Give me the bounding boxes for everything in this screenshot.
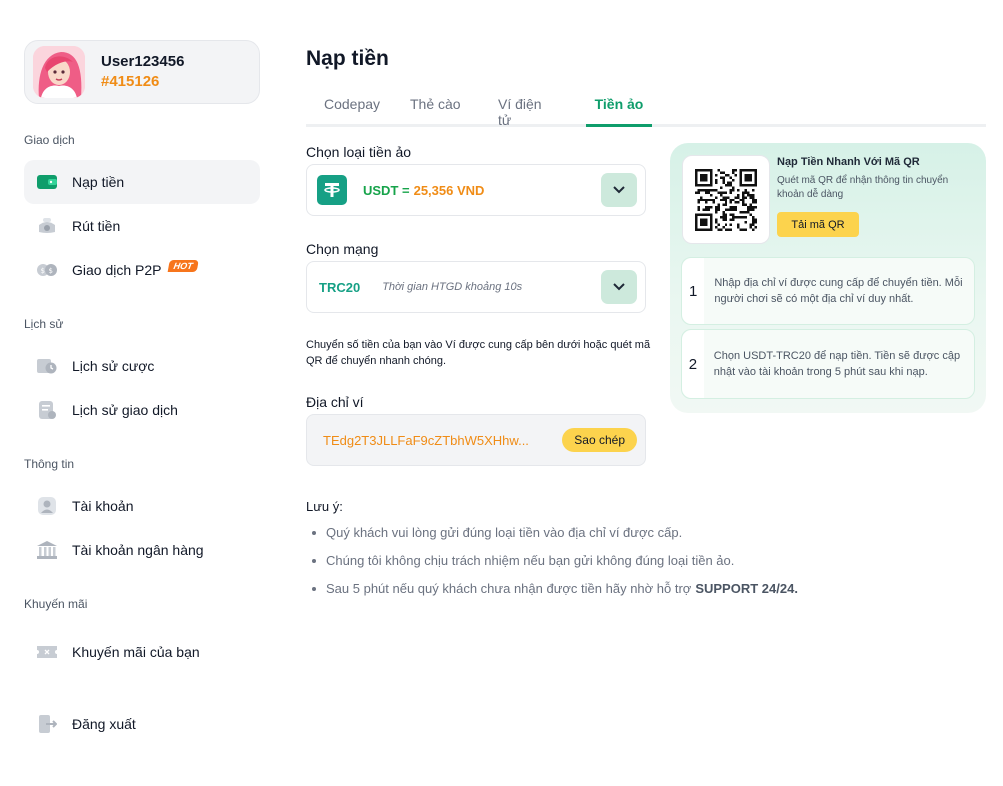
user-icon xyxy=(36,495,58,517)
sidebar: User123456 #415126 Giao dịch Nạp tiền Rú… xyxy=(24,40,260,733)
sidebar-item-label: Tài khoản xyxy=(72,498,134,514)
sidebar-item-label: Khuyến mãi của bạn xyxy=(72,644,200,660)
tab-bar: Codepay Thẻ cào Ví điện tử Tiền ảo xyxy=(306,84,986,128)
ticket-icon xyxy=(36,641,58,663)
section-title-transactions: Giao dịch xyxy=(24,133,75,147)
notes-title: Lưu ý: xyxy=(306,499,343,514)
notes-list: Quý khách vui lòng gửi đúng loại tiền và… xyxy=(312,522,798,606)
sidebar-item-label: Nạp tiền xyxy=(72,174,125,190)
user-id: #415126 xyxy=(101,73,160,90)
wallet-address[interactable]: TEdg2T3JLLFaF9cZTbhW5XHhw... xyxy=(323,433,537,448)
network-label: Chọn mạng xyxy=(306,241,379,257)
sidebar-item-label: Rút tiền xyxy=(72,218,121,234)
transfer-description: Chuyển số tiền của bạn vào Ví được cung … xyxy=(306,339,651,367)
tab-spacer xyxy=(306,84,324,124)
sidebar-item-label: Tài khoản ngân hàng xyxy=(72,542,204,558)
history-icon xyxy=(36,355,58,377)
exchange-icon: $ $ xyxy=(36,259,58,281)
step-text: Chọn USDT-TRC20 để nạp tiền. Tiền sẽ đượ… xyxy=(713,350,961,378)
tab-e-wallet[interactable]: Ví điện tử xyxy=(498,84,558,128)
qr-panel: Nạp Tiền Nhanh Với Mã QR Quét mã QR để n… xyxy=(670,143,986,413)
svg-text:$: $ xyxy=(49,267,53,275)
download-qr-button[interactable]: Tải mã QR xyxy=(777,212,859,237)
step-card: 2 Chọn USDT-TRC20 để nạp tiền. Tiền sẽ đ… xyxy=(681,329,975,399)
logout-button[interactable]: Đăng xuất xyxy=(24,702,260,746)
crypto-select[interactable]: USDT = 25,356 VND xyxy=(306,164,646,216)
note-text: Quý khách vui lòng gửi đúng loại tiền và… xyxy=(326,525,683,540)
page-title: Nạp tiền xyxy=(306,47,389,70)
section-title-promotions: Khuyến mãi xyxy=(24,597,88,611)
list-item: Quý khách vui lòng gửi đúng loại tiền và… xyxy=(312,522,798,550)
crypto-label: Chọn loại tiền ảo xyxy=(306,144,412,160)
note-text: Sau 5 phút nếu quý khách chưa nhận được … xyxy=(326,581,692,596)
tab-scratch-card[interactable]: Thẻ cào xyxy=(410,84,466,124)
bank-icon xyxy=(36,539,58,561)
sidebar-item-label: Giao dịch P2P xyxy=(72,262,162,278)
svg-text:$: $ xyxy=(41,267,45,275)
bullet xyxy=(312,531,316,535)
usdt-icon xyxy=(317,175,347,205)
avatar xyxy=(33,46,85,98)
network-name: TRC20 xyxy=(319,279,361,295)
step-text: Nhập địa chỉ ví được cung cấp để chuyển … xyxy=(714,277,963,305)
sidebar-item-withdraw[interactable]: Rút tiền xyxy=(24,204,260,248)
logout-icon xyxy=(36,713,58,735)
note-text: Chúng tôi không chịu trách nhiệm nếu bạn… xyxy=(326,553,735,568)
qr-code xyxy=(682,155,770,244)
wallet-label: Địa chỉ ví xyxy=(306,394,364,410)
sidebar-item-label: Lịch sử cược xyxy=(72,358,155,374)
sidebar-item-label: Lịch sử giao dịch xyxy=(72,402,178,418)
qr-title: Nạp Tiền Nhanh Với Mã QR xyxy=(777,156,920,168)
sidebar-item-promotions[interactable]: Khuyến mãi của bạn xyxy=(24,630,260,674)
wallet-address-field: TEdg2T3JLLFaF9cZTbhW5XHhw... Sao chép xyxy=(306,414,646,466)
user-card[interactable]: User123456 #415126 xyxy=(24,40,260,104)
receipt-icon xyxy=(36,399,58,421)
sidebar-item-account[interactable]: Tài khoản xyxy=(24,484,260,528)
tab-codepay[interactable]: Codepay xyxy=(324,84,380,124)
copy-button[interactable]: Sao chép xyxy=(562,428,637,452)
qr-subtitle: Quét mã QR để nhận thông tin chuyển khoả… xyxy=(777,175,949,200)
hot-badge: HOT xyxy=(167,260,199,272)
sidebar-item-p2p[interactable]: $ $ Giao dịch P2P HOT xyxy=(24,248,260,292)
network-dropdown-button[interactable] xyxy=(601,270,637,304)
support-link[interactable]: SUPPORT 24/24. xyxy=(695,578,798,606)
sidebar-item-transaction-history[interactable]: Lịch sử giao dịch xyxy=(24,388,260,432)
step-number: 2 xyxy=(682,330,704,398)
step-card: 1 Nhập địa chỉ ví được cung cấp để chuyể… xyxy=(681,257,975,325)
tab-crypto[interactable]: Tiền ảo xyxy=(586,84,652,127)
wallet-icon xyxy=(36,171,58,193)
chevron-down-icon xyxy=(613,283,625,291)
crypto-coin: USDT = xyxy=(363,182,410,198)
bullet xyxy=(312,587,316,591)
chevron-down-icon xyxy=(613,186,625,194)
network-hint: Thời gian HTGD khoảng 10s xyxy=(382,281,523,293)
crypto-dropdown-button[interactable] xyxy=(601,173,637,207)
username: User123456 xyxy=(101,53,185,70)
bullet xyxy=(312,559,316,563)
list-item: Chúng tôi không chịu trách nhiệm nếu bạn… xyxy=(312,550,798,578)
section-title-info: Thông tin xyxy=(24,457,75,471)
sidebar-item-label: Đăng xuất xyxy=(72,716,136,732)
sidebar-item-bank-account[interactable]: Tài khoản ngân hàng xyxy=(24,528,260,572)
sidebar-item-bet-history[interactable]: Lịch sử cược xyxy=(24,344,260,388)
money-icon xyxy=(36,215,58,237)
list-item: Sau 5 phút nếu quý khách chưa nhận được … xyxy=(312,578,798,606)
section-title-history: Lịch sử xyxy=(24,317,64,331)
step-number: 1 xyxy=(682,258,705,324)
sidebar-item-deposit[interactable]: Nạp tiền xyxy=(24,160,260,204)
crypto-rate: 25,356 VND xyxy=(413,182,485,198)
network-select[interactable]: TRC20 Thời gian HTGD khoảng 10s xyxy=(306,261,646,313)
